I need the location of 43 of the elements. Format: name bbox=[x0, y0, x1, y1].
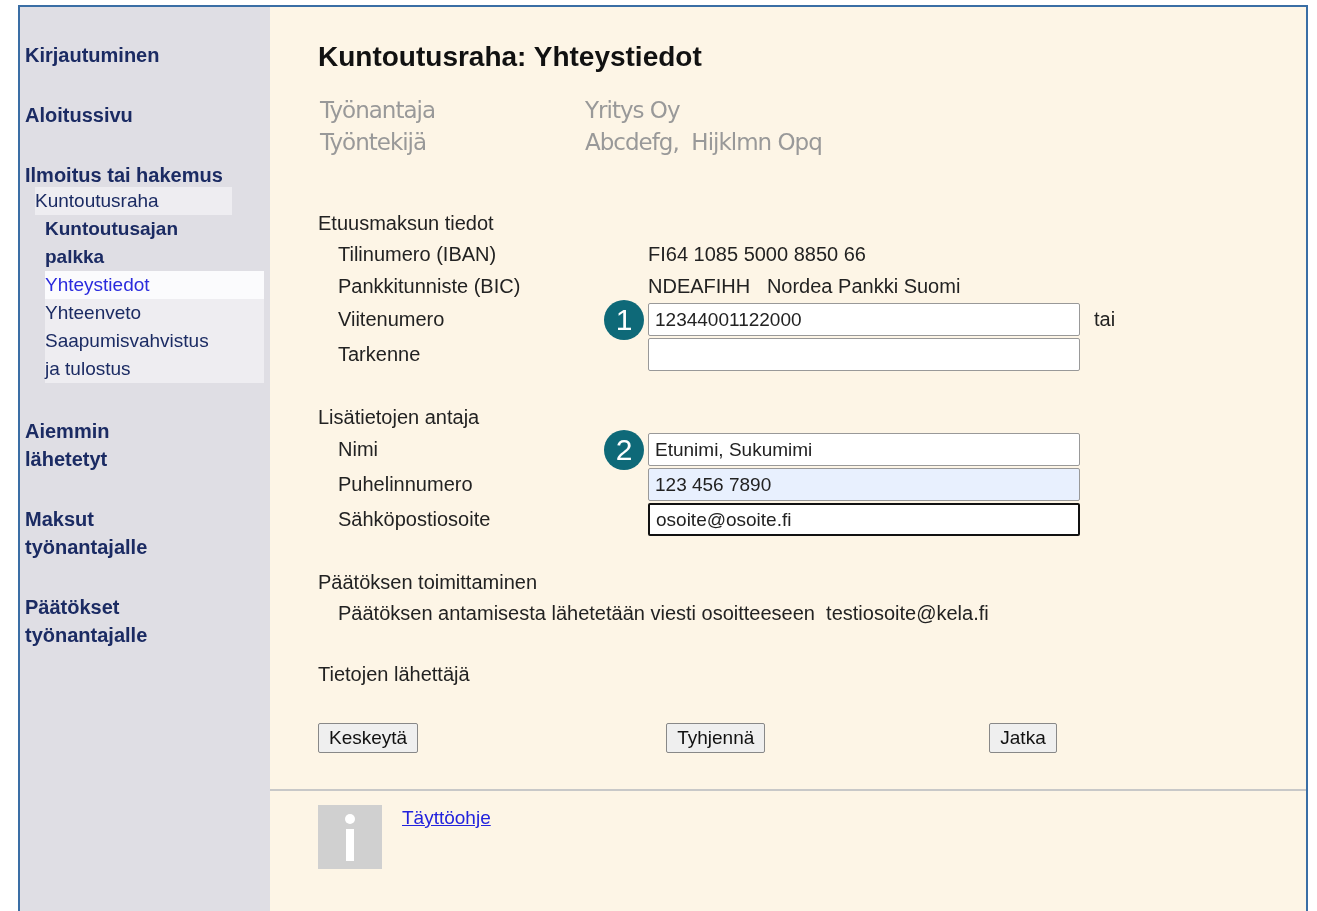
form-button[interactable]: Jatka bbox=[989, 723, 1057, 753]
nav-link[interactable]: Aloitussivu bbox=[25, 101, 264, 129]
nav-link[interactable]: Maksut työnantajalle bbox=[25, 505, 264, 561]
field-value: NDEAFIHH Nordea Pankki Suomi bbox=[648, 274, 961, 298]
nav-link[interactable]: Yhteenveto bbox=[45, 299, 264, 327]
field-label: Puhelinnumero bbox=[338, 473, 474, 496]
info-icon bbox=[318, 805, 382, 869]
party-label: Työnantaja bbox=[320, 96, 436, 125]
section-title: Lisätietojen antaja bbox=[318, 405, 481, 430]
input-field[interactable] bbox=[648, 338, 1080, 371]
field-label: Viitenumero bbox=[338, 308, 446, 331]
step-marker: 2 bbox=[604, 429, 644, 470]
nav-link[interactable]: Yhteystiedot bbox=[45, 271, 264, 299]
step-marker: 1 bbox=[604, 299, 644, 340]
section-title: Päätöksen toimittaminen bbox=[318, 570, 538, 595]
section-title: Tietojen lähettäjä bbox=[318, 662, 471, 687]
section-title: Etuusmaksun tiedot bbox=[318, 211, 495, 236]
notice-text: Päätöksen antamisesta lähetetään viesti osoitteeseen testiosoite@kela.fi bbox=[338, 601, 989, 625]
field-label: Pankkitunniste (BIC) bbox=[338, 274, 522, 298]
nav-group-label[interactable]: Kuntoutusraha bbox=[35, 187, 232, 215]
field-suffix: tai bbox=[1094, 308, 1116, 331]
input-field[interactable]: 123 456 7890 bbox=[648, 468, 1080, 501]
nav-link[interactable]: Päätökset työnantajalle bbox=[25, 593, 264, 649]
input-field[interactable]: 12344001122000 bbox=[648, 303, 1080, 336]
party-label: Työntekijä bbox=[320, 128, 428, 157]
field-label: Tarkenne bbox=[338, 343, 422, 366]
nav-link[interactable]: Aiemmin lähetetyt bbox=[25, 417, 264, 473]
field-label: Tilinumero (IBAN) bbox=[338, 242, 498, 266]
field-value: FI64 1085 5000 8850 66 bbox=[648, 242, 866, 266]
nav-link[interactable]: Ilmoitus tai hakemus bbox=[25, 161, 264, 189]
party-value: Abcdefg, Hijklmn Opq bbox=[585, 128, 822, 157]
help-link[interactable]: Täyttöohje bbox=[402, 807, 491, 829]
field-label: Sähköpostiosoite bbox=[338, 508, 492, 531]
form-button[interactable]: Tyhjennä bbox=[666, 723, 766, 753]
field-label: Nimi bbox=[338, 438, 379, 461]
nav-link[interactable]: Saapumisvahvistus ja tulostus bbox=[45, 327, 264, 383]
input-field[interactable]: Etunimi, Sukumimi bbox=[648, 433, 1080, 466]
party-value: Yritys Oy bbox=[585, 96, 681, 125]
input-field[interactable]: osoite@osoite.fi bbox=[648, 503, 1080, 536]
page-title: Kuntoutusraha: Yhteystiedot bbox=[318, 41, 703, 73]
form-button[interactable]: Keskeytä bbox=[318, 723, 419, 753]
nav-link[interactable]: Kirjautuminen bbox=[25, 41, 264, 69]
nav-link[interactable]: Kuntoutusajan palkka bbox=[45, 215, 264, 271]
